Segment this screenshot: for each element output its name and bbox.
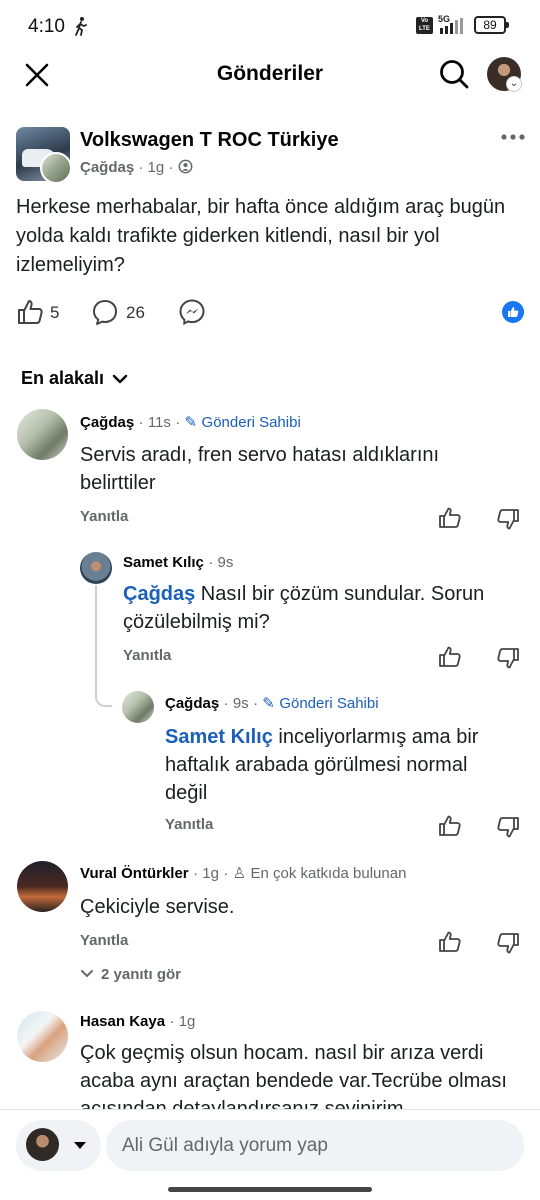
- liked-reaction-icon: [502, 301, 524, 323]
- author-badge: Gönderi Sahibi: [279, 695, 379, 712]
- pencil-icon: ✎: [184, 414, 198, 431]
- home-indicator[interactable]: [168, 1187, 372, 1192]
- thumbs-down-icon[interactable]: [496, 646, 520, 670]
- thumbs-up-icon[interactable]: [438, 645, 462, 669]
- meta-dot: ·: [193, 865, 203, 882]
- comment-author[interactable]: Çağdaş: [80, 414, 134, 431]
- comment-time[interactable]: 1g: [179, 1013, 196, 1030]
- thumbs-down-icon[interactable]: [496, 815, 520, 839]
- messenger-icon[interactable]: [178, 298, 206, 326]
- composer-avatar[interactable]: [26, 1128, 59, 1161]
- view-replies-button[interactable]: 2 yanıtı gör: [101, 966, 181, 983]
- more-options-icon[interactable]: [500, 132, 526, 142]
- comment-time[interactable]: 9s: [233, 695, 249, 712]
- meta-dot: ·: [223, 695, 233, 712]
- sort-dropdown[interactable]: En alakalı: [21, 368, 104, 389]
- comment-time[interactable]: 11s: [148, 414, 171, 431]
- divider: [0, 1109, 540, 1110]
- comment-avatar[interactable]: [17, 861, 68, 912]
- comment-author[interactable]: Hasan Kaya: [80, 1013, 165, 1030]
- reply-avatar[interactable]: [80, 552, 112, 584]
- like-icon[interactable]: [16, 298, 44, 326]
- thumbs-up-icon[interactable]: [438, 506, 462, 530]
- comment-text: Çekiciyle servise.: [80, 896, 235, 918]
- comment-text: Çok geçmiş olsun hocam. nasıl bir arıza …: [80, 1042, 507, 1109]
- post-author[interactable]: Çağdaş: [80, 159, 134, 176]
- meta-dot: ·: [169, 1013, 179, 1030]
- meta-dot: ·: [138, 159, 148, 176]
- reply-button[interactable]: Yanıtla: [123, 647, 171, 664]
- comment-icon[interactable]: [91, 298, 119, 326]
- caret-down-icon[interactable]: [73, 1140, 87, 1150]
- comment-header: Vural Öntürkler · 1g · ♙ En çok katkıda …: [80, 864, 406, 883]
- author-badge: Gönderi Sahibi: [201, 414, 301, 431]
- reply-avatar[interactable]: [122, 691, 154, 723]
- comment-clip: Çok geçmiş olsun hocam. nasıl bir arıza …: [80, 1039, 525, 1109]
- chevron-down-icon[interactable]: [80, 969, 94, 979]
- thumbs-up-icon[interactable]: [438, 814, 462, 838]
- thumbs-down-icon[interactable]: [496, 931, 520, 955]
- mention-link[interactable]: Çağdaş: [123, 583, 195, 605]
- comment-header: Çağdaş · 9s · ✎ Gönderi Sahibi: [165, 694, 379, 713]
- meta-dot: ·: [138, 414, 148, 431]
- meta-dot: ·: [208, 554, 218, 571]
- pencil-icon: ✎: [262, 695, 275, 712]
- post-time[interactable]: 1g: [148, 159, 165, 176]
- signal-icon: [440, 18, 463, 34]
- comment-count[interactable]: 26: [126, 303, 145, 323]
- thread-line: [95, 585, 112, 707]
- privacy-group-icon: [178, 159, 192, 174]
- reply-button[interactable]: Yanıtla: [80, 932, 128, 949]
- chevron-down-icon[interactable]: ⌄: [506, 76, 522, 92]
- meta-dot: ·: [223, 865, 233, 882]
- comment-input[interactable]: [106, 1120, 524, 1171]
- contributor-badge: En çok katkıda bulunan: [250, 865, 407, 882]
- comment-text: Servis aradı, fren servo hatası aldıklar…: [80, 444, 440, 494]
- comment-time[interactable]: 9s: [218, 554, 234, 571]
- post-body: Herkese merhabalar, bir hafta önce aldığ…: [16, 196, 506, 276]
- reply-button[interactable]: Yanıtla: [80, 508, 128, 525]
- meta-dot: ·: [168, 159, 178, 176]
- thumbs-up-icon[interactable]: [438, 930, 462, 954]
- comment-header: Hasan Kaya · 1g: [80, 1013, 195, 1031]
- author-avatar[interactable]: [40, 152, 72, 184]
- comment-header: Çağdaş · 11s · ✎ Gönderi Sahibi: [80, 413, 301, 432]
- comment-author[interactable]: Vural Öntürkler: [80, 865, 189, 882]
- volte-icon: Vo LTE: [416, 17, 433, 34]
- chevron-down-icon[interactable]: [112, 373, 128, 385]
- comment-author[interactable]: Çağdaş: [165, 695, 219, 712]
- award-icon: ♙: [232, 865, 247, 882]
- thumbs-down-icon[interactable]: [496, 507, 520, 531]
- comment-header: Samet Kılıç · 9s: [123, 554, 233, 572]
- reply-button[interactable]: Yanıtla: [165, 816, 213, 833]
- comment-text: Samet Kılıç inceliyorlarmış ama bir haft…: [165, 723, 510, 807]
- battery-indicator: 89: [474, 16, 509, 34]
- comment-avatar[interactable]: [17, 409, 68, 460]
- mention-link[interactable]: Samet Kılıç: [165, 726, 273, 748]
- comment-time[interactable]: 1g: [202, 865, 219, 882]
- comment-avatar[interactable]: [17, 1011, 68, 1062]
- search-icon[interactable]: [438, 58, 470, 90]
- meta-dot: ·: [175, 414, 185, 431]
- like-count[interactable]: 5: [50, 303, 59, 323]
- post-meta: Çağdaş · 1g ·: [80, 159, 193, 176]
- meta-dot: ·: [253, 695, 263, 712]
- status-time: 4:10: [28, 16, 65, 37]
- walking-icon: [75, 17, 87, 36]
- comment-text: Çağdaş Nasıl bir çözüm sundular. Sorun ç…: [123, 580, 508, 636]
- group-name[interactable]: Volkswagen T ROC Türkiye: [80, 129, 339, 152]
- comment-author[interactable]: Samet Kılıç: [123, 554, 204, 571]
